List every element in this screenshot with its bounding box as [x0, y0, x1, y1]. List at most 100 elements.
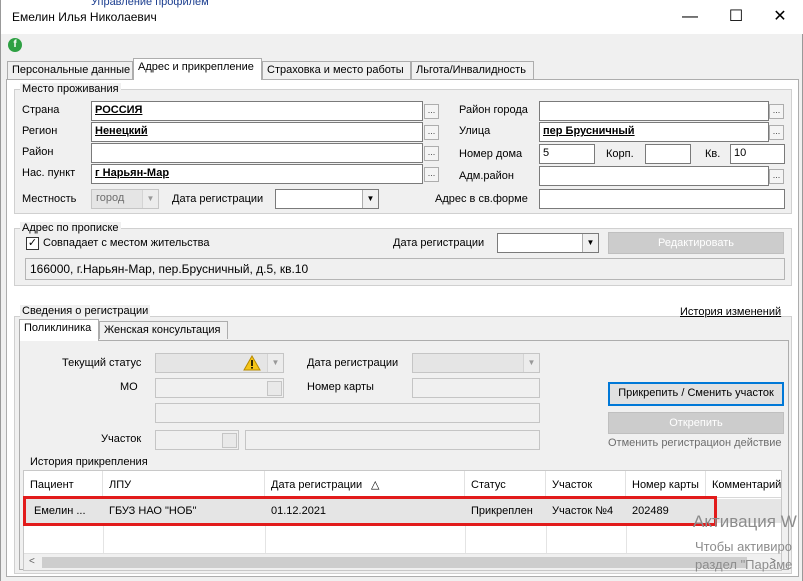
- activation-watermark-line2: Чтобы активиро: [695, 539, 793, 554]
- tab-address-attachment[interactable]: Адрес и прикрепление: [133, 58, 262, 80]
- adm-district-label: Адм.район: [459, 170, 514, 182]
- window-title: Емелин Илья Николаевич: [12, 10, 157, 24]
- street-select-button[interactable]: ...: [769, 125, 784, 140]
- apartment-label: Кв.: [705, 148, 721, 160]
- residence-group-title: Место проживания: [20, 83, 121, 95]
- residence-reg-date-picker[interactable]: ▼: [275, 189, 379, 209]
- attachment-history-title: История прикрепления: [28, 456, 150, 468]
- maximize-button[interactable]: ☐: [719, 4, 753, 30]
- column-header-card-number[interactable]: Номер карты: [626, 471, 706, 498]
- free-address-label: Адрес в св.форме: [435, 193, 528, 205]
- card-number-field[interactable]: [412, 378, 540, 398]
- tab-benefits-disability[interactable]: Льгота/Инвалидность: [411, 61, 534, 79]
- chevron-down-icon[interactable]: ▼: [582, 234, 598, 252]
- info-reg-date-label: Дата регистрации: [307, 357, 399, 369]
- district-label: Район: [22, 146, 54, 158]
- highlight-box: [23, 496, 717, 526]
- site-select-button[interactable]: [222, 433, 237, 448]
- reg-address-date-picker[interactable]: ▼: [497, 233, 599, 253]
- adm-district-select-button[interactable]: ...: [769, 169, 784, 184]
- reg-date-header-text: Дата регистрации: [271, 479, 363, 491]
- detach-button[interactable]: Открепить: [608, 412, 784, 434]
- current-status-combo[interactable]: ▼: [155, 353, 284, 373]
- column-header-lpu[interactable]: ЛПУ: [103, 471, 265, 498]
- apartment-field[interactable]: 10: [730, 144, 785, 164]
- region-select-button[interactable]: ...: [424, 125, 439, 140]
- house-field[interactable]: 5: [539, 144, 595, 164]
- street-field[interactable]: пер Брусничный: [539, 122, 769, 142]
- close-button[interactable]: ✕: [763, 4, 797, 30]
- attach-change-site-button[interactable]: Прикрепить / Сменить участок: [608, 382, 784, 406]
- activation-watermark-line1: Активация W: [693, 512, 797, 531]
- house-label: Номер дома: [459, 148, 523, 160]
- mo-name-field: [155, 403, 540, 423]
- city-district-select-button[interactable]: ...: [769, 104, 784, 119]
- locality-label: Местность: [22, 193, 77, 205]
- street-label: Улица: [459, 125, 491, 137]
- free-address-field[interactable]: [539, 189, 785, 209]
- residence-reg-date-label: Дата регистрации: [172, 193, 264, 205]
- registration-address-group-title: Адрес по прописке: [20, 222, 121, 234]
- city-district-label: Район города: [459, 104, 528, 116]
- horizontal-scrollbar[interactable]: < >: [24, 553, 781, 570]
- registration-full-address: 166000, г.Нарьян-Мар, пер.Брусничный, д.…: [25, 258, 785, 280]
- activation-watermark-line3: раздел "Параме: [695, 557, 793, 572]
- building-label: Корп.: [606, 148, 634, 160]
- chevron-down-icon: ▼: [523, 354, 539, 372]
- settlement-label: Нас. пункт: [22, 167, 76, 179]
- site-name-field: [245, 430, 540, 450]
- minimize-button[interactable]: —: [673, 4, 707, 30]
- grid-line: [265, 524, 266, 554]
- chevron-down-icon[interactable]: ▼: [362, 190, 378, 208]
- reg-address-date-label: Дата регистрации: [393, 237, 485, 249]
- tab-insurance-work[interactable]: Страховка и место работы: [262, 61, 411, 79]
- subtab-womens-clinic[interactable]: Женская консультация: [99, 321, 228, 339]
- settlement-field[interactable]: г Нарьян-Мар: [91, 164, 423, 184]
- chevron-down-icon: ▼: [267, 354, 283, 372]
- column-header-patient[interactable]: Пациент: [24, 471, 103, 498]
- current-status-label: Текущий статус: [62, 357, 142, 369]
- dialog-window: Управление профилем Емелин Илья Николаев…: [0, 0, 803, 581]
- district-select-button[interactable]: ...: [424, 146, 439, 161]
- mo-field[interactable]: [155, 378, 284, 398]
- card-number-label: Номер карты: [307, 381, 374, 393]
- column-header-site[interactable]: Участок: [546, 471, 626, 498]
- city-district-field[interactable]: [539, 101, 769, 121]
- settlement-select-button[interactable]: ...: [424, 167, 439, 182]
- sort-ascending-icon: △: [371, 479, 380, 491]
- mo-select-button[interactable]: [267, 381, 282, 396]
- tab-personal-data[interactable]: Персональные данные: [7, 61, 133, 79]
- grid-line: [103, 524, 104, 554]
- change-history-link[interactable]: История изменений: [680, 306, 781, 318]
- registration-info-group-title: Сведения о регистрации: [20, 305, 151, 317]
- column-header-reg-date[interactable]: Дата регистрации △: [265, 471, 465, 498]
- locality-combo[interactable]: город ▼: [91, 189, 159, 209]
- locality-value: город: [96, 192, 125, 204]
- info-reg-date-picker[interactable]: ▼: [412, 353, 540, 373]
- same-as-residence-label: Совпадает с местом жительства: [43, 237, 210, 249]
- country-field[interactable]: РОССИЯ: [91, 101, 423, 121]
- country-label: Страна: [22, 104, 60, 116]
- region-label: Регион: [22, 125, 58, 137]
- grid-line: [626, 524, 627, 554]
- background-window-strip: Управление профилем: [91, 0, 209, 8]
- scrollbar-thumb[interactable]: [42, 557, 747, 568]
- column-header-status[interactable]: Статус: [465, 471, 546, 498]
- mo-label: МО: [120, 381, 138, 393]
- building-field[interactable]: [645, 144, 691, 164]
- scroll-left-arrow[interactable]: <: [29, 556, 35, 567]
- subtab-polyclinic[interactable]: Поликлиника: [19, 319, 99, 341]
- cancel-registration-link[interactable]: Отменить регистрацион действие: [608, 437, 782, 449]
- column-header-comment[interactable]: Комментарий: [706, 471, 781, 498]
- district-field[interactable]: [91, 143, 423, 163]
- title-bar: Управление профилем Емелин Илья Николаев…: [1, 0, 803, 34]
- same-as-residence-checkbox[interactable]: ✓: [26, 237, 39, 250]
- site-label: Участок: [101, 433, 142, 445]
- country-select-button[interactable]: ...: [424, 104, 439, 119]
- adm-district-field[interactable]: [539, 166, 769, 186]
- edit-address-button[interactable]: Редактировать: [608, 232, 784, 254]
- app-icon[interactable]: f: [8, 38, 22, 52]
- grid-line: [546, 524, 547, 554]
- chevron-down-icon: ▼: [142, 190, 158, 208]
- region-field[interactable]: Ненецкий: [91, 122, 423, 142]
